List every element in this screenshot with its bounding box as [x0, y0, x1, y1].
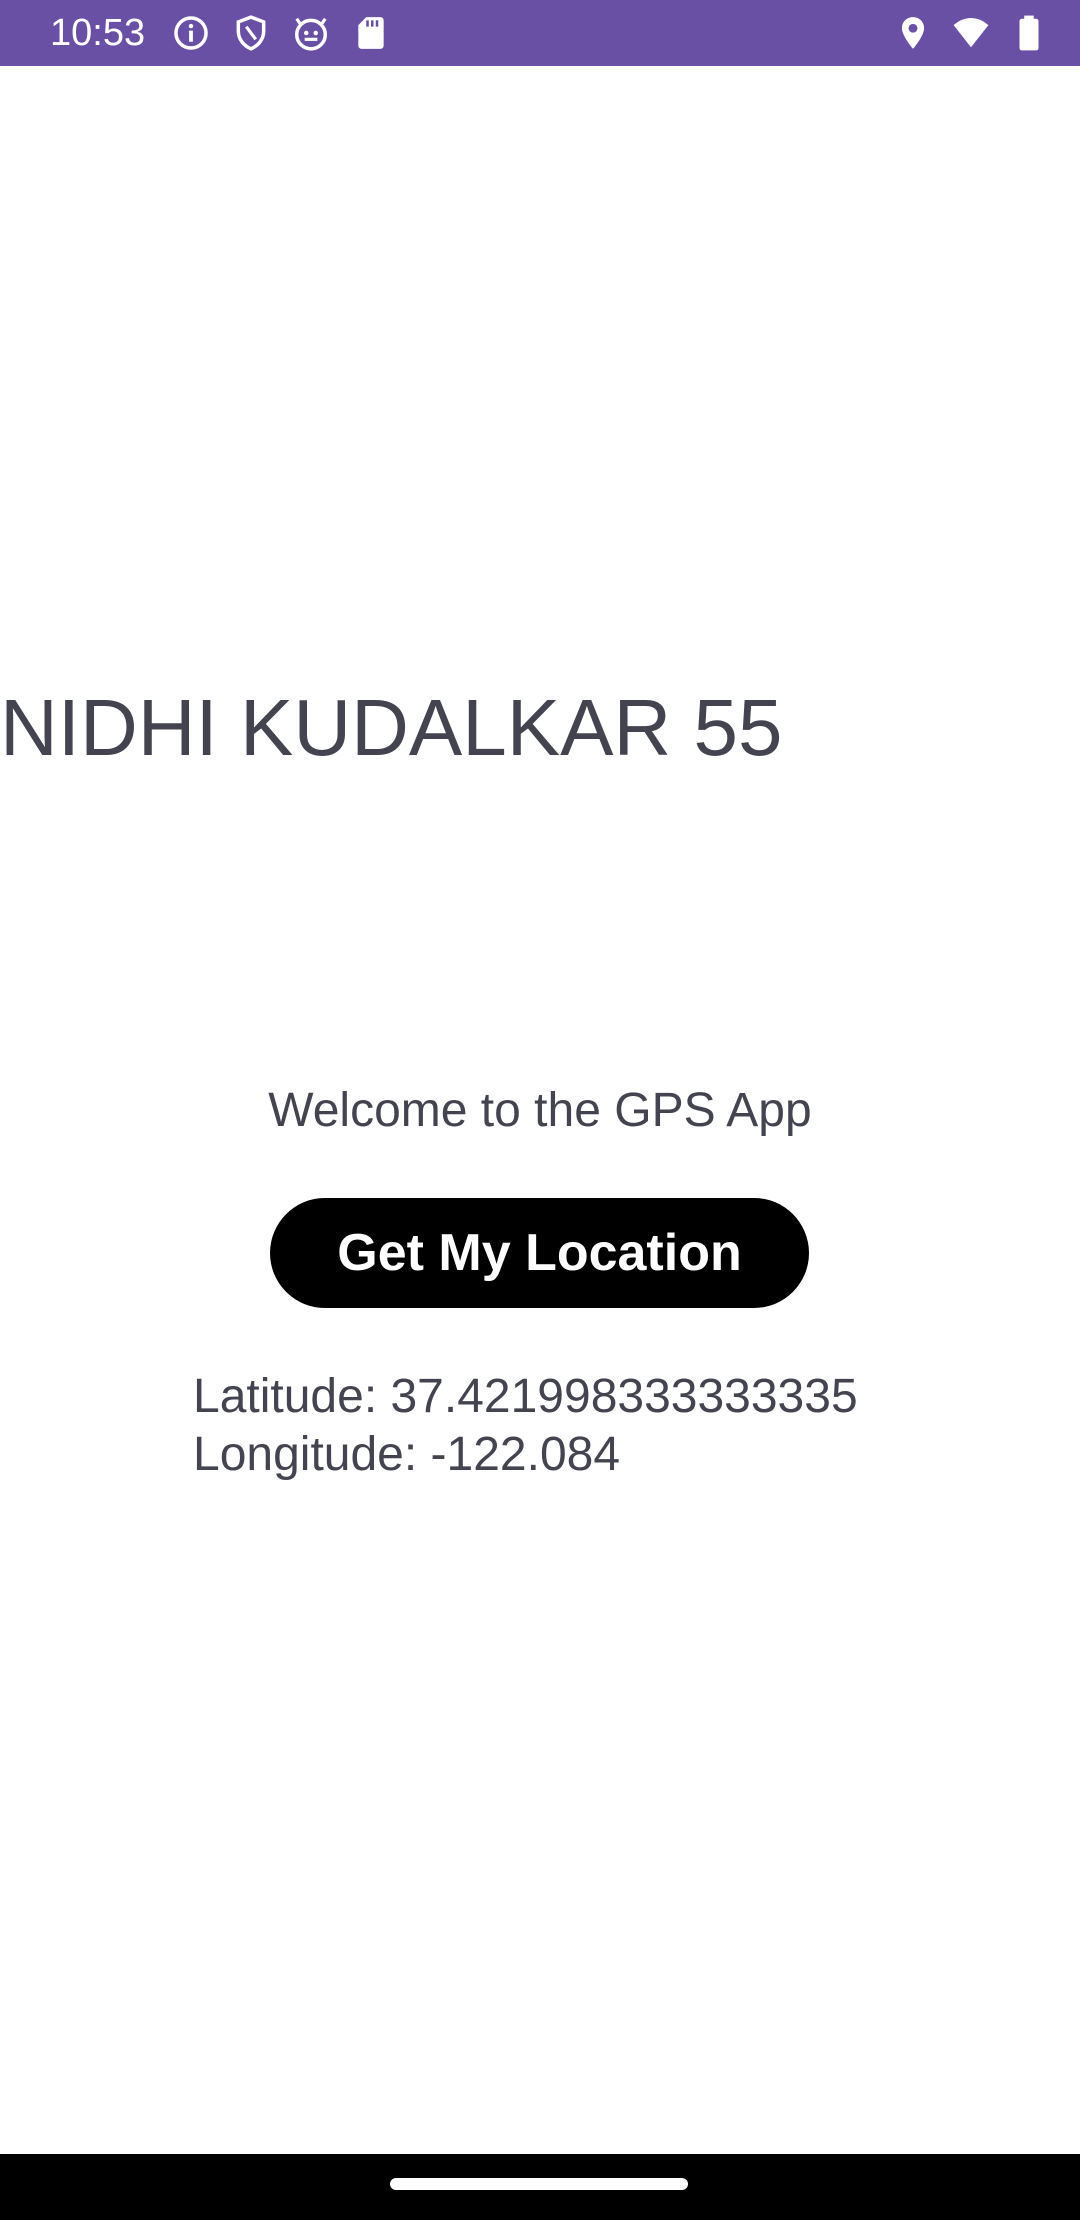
get-my-location-button[interactable]: Get My Location [270, 1198, 809, 1308]
android-icon [295, 17, 327, 51]
navigation-bar [0, 2154, 1080, 2220]
name-title: NIDHI KUDALKAR 55 [0, 683, 783, 772]
location-icon [901, 17, 925, 49]
status-time: 10:53 [50, 12, 146, 54]
home-gesture-handle[interactable] [390, 2178, 688, 2190]
battery-icon [1019, 15, 1039, 51]
shield-icon [236, 15, 266, 51]
latitude-text: Latitude: 37.421998333333335 [193, 1370, 858, 1423]
welcome-text: Welcome to the GPS App [268, 1084, 812, 1137]
wifi-icon [953, 17, 989, 48]
status-bar: 10:53 [0, 0, 1080, 66]
screen: 10:53 NIDHI KUDALKAR 55 Welcome to the G… [0, 0, 1080, 2220]
longitude-text: Longitude: -122.084 [193, 1428, 621, 1481]
status-notification-icons [172, 14, 390, 52]
location-result: Latitude: 37.421998333333335 Longitude: … [193, 1368, 858, 1484]
info-icon [174, 16, 208, 50]
sd-card-icon [358, 17, 384, 49]
status-system-icons [894, 14, 1048, 52]
